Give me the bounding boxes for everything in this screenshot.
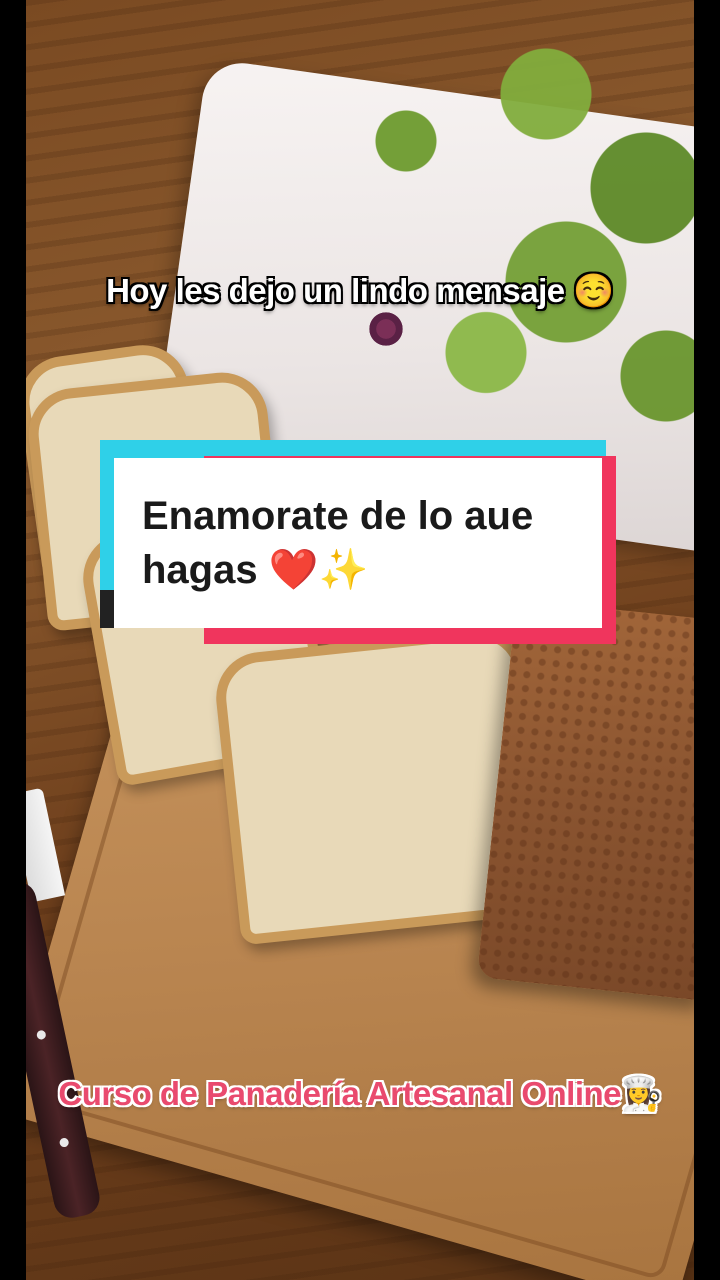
- herb-plant: [326, 0, 694, 470]
- message-box-body: Enamorate de lo aue hagas ❤️✨: [114, 458, 602, 628]
- message-text: Enamorate de lo aue hagas ❤️✨: [142, 494, 534, 592]
- knife-rivet: [35, 1029, 47, 1041]
- message-box: Enamorate de lo aue hagas ❤️✨: [100, 440, 616, 644]
- knife-blade: [26, 787, 66, 903]
- bottom-caption: Curso de Panadería Artesanal Online👩‍🍳: [58, 1075, 662, 1112]
- knife-rivet: [58, 1137, 70, 1148]
- bread-loaf: [476, 599, 694, 1001]
- video-frame: Hoy les dejo un lindo mensaje ☺️ Enamora…: [0, 0, 720, 1280]
- top-caption: Hoy les dejo un lindo mensaje ☺️: [106, 272, 614, 309]
